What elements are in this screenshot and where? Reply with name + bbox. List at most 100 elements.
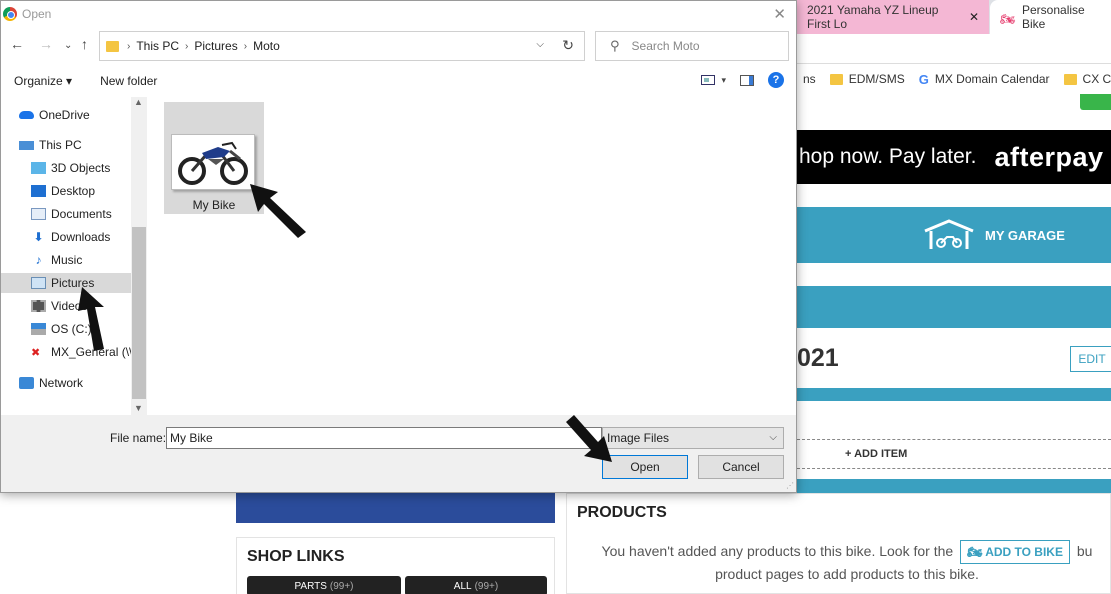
chevron-down-icon[interactable]: ⌵ (536, 39, 544, 50)
tab-label: Personalise Bike (1022, 3, 1085, 31)
scrollbar-thumb[interactable] (132, 227, 146, 399)
motorbike-thumbnail-icon (171, 134, 255, 190)
products-heading: PRODUCTS (577, 504, 667, 521)
folder-icon (1063, 73, 1077, 85)
my-garage-bar[interactable]: MY GARAGE (797, 207, 1111, 263)
navigation-row: ← → ⌄ ↑ › This PC › Pictures › Moto ⌵ ↻ … (1, 31, 796, 61)
bike-year-row: 021 EDIT (797, 328, 1111, 388)
chrome-icon (3, 7, 17, 21)
bookmark-item[interactable]: CX C (1063, 72, 1111, 86)
file-name-label: File name: (110, 431, 167, 445)
network-drive-icon: ✖ (31, 346, 41, 359)
bookmark-item[interactable]: G MX Domain Calendar (919, 72, 1050, 87)
scroll-down-icon[interactable]: ▼ (134, 403, 143, 413)
add-to-bike-button[interactable]: 🏍 ADD TO BIKE (960, 540, 1070, 564)
navy-panel (236, 491, 555, 523)
open-file-dialog: Open ✕ ← → ⌄ ↑ › This PC › Pictures › Mo… (0, 0, 797, 493)
search-placeholder: Search Moto (631, 39, 700, 53)
cancel-button[interactable]: Cancel (698, 455, 784, 479)
cloud-icon (19, 111, 34, 119)
browser-tab-yamaha[interactable]: 2021 Yamaha YZ Lineup First Lo ✕ (797, 0, 989, 34)
forward-arrow-icon[interactable]: → (39, 36, 53, 52)
dialog-title: Open (22, 7, 52, 21)
drive-icon (31, 323, 46, 335)
annotation-arrow-icon (250, 184, 306, 238)
garage-icon (924, 219, 974, 249)
add-item-section: + ADD ITEM (797, 401, 1111, 479)
browser-address-bar[interactable] (797, 34, 1111, 64)
computer-icon (19, 140, 34, 150)
organize-menu[interactable]: Organize ▾ (14, 74, 72, 88)
music-icon: ♪ (35, 253, 42, 267)
folder-icon (829, 73, 843, 85)
dialog-titlebar[interactable]: Open ✕ (1, 1, 796, 27)
motorbike-favicon-icon: 🏍 (1000, 12, 1016, 26)
garage-label: MY GARAGE (985, 227, 1065, 243)
desktop-icon (31, 185, 46, 197)
nav-item-documents[interactable]: Documents (31, 204, 112, 224)
video-icon (31, 300, 46, 312)
bike-year-text: 021 (797, 344, 839, 372)
nav-item-onedrive[interactable]: OneDrive (19, 105, 90, 125)
nav-item-network[interactable]: Network (19, 373, 83, 393)
preview-pane-icon[interactable] (740, 74, 754, 86)
bookmark-item[interactable]: EDM/SMS (829, 72, 905, 86)
shop-links-panel: SHOP LINKS PARTS (99+) ALL (99+) (236, 537, 555, 594)
file-type-select[interactable]: Image Files ⌵ (602, 427, 784, 449)
address-breadcrumb[interactable]: › This PC › Pictures › Moto ⌵ ↻ (99, 31, 585, 61)
document-icon (31, 208, 46, 220)
back-arrow-icon[interactable]: ← (10, 36, 24, 52)
nav-item-this-pc[interactable]: This PC (19, 135, 82, 155)
open-button[interactable]: Open (602, 455, 688, 479)
google-icon: G (918, 71, 929, 87)
teal-band (797, 286, 1111, 328)
picture-icon (31, 277, 46, 289)
products-empty-message: You haven't added any products to this b… (567, 540, 1111, 584)
new-folder-button[interactable]: New folder (100, 74, 157, 88)
nav-item-desktop[interactable]: Desktop (31, 181, 95, 201)
folder-icon (106, 40, 119, 52)
all-link-button[interactable]: ALL (99+) (405, 576, 547, 594)
dialog-footer: File name: My Bike Image Files ⌵ Open Ca… (1, 415, 796, 492)
tab-close-icon[interactable]: ✕ (969, 10, 979, 24)
nav-item-downloads[interactable]: ⬇ Downloads (31, 227, 110, 247)
search-input[interactable]: ⚲ Search Moto (595, 31, 789, 61)
help-icon[interactable]: ? (768, 72, 784, 88)
browser-tab-personalise-bike[interactable]: 🏍 Personalise Bike (990, 0, 1111, 34)
navigation-pane: OneDrive This PC 3D Objects Desktop Docu… (1, 97, 147, 415)
close-icon[interactable]: ✕ (773, 5, 786, 23)
cube-icon (31, 162, 46, 174)
chevron-right-icon: › (127, 40, 131, 52)
afterpay-logo: afterpay (994, 141, 1104, 172)
products-panel: PRODUCTS You haven't added any products … (566, 493, 1111, 594)
parts-link-button[interactable]: PARTS (99+) (247, 576, 401, 594)
recent-locations-chevron-icon[interactable]: ⌄ (64, 40, 72, 51)
teal-divider (797, 479, 1111, 493)
add-item-button[interactable]: + ADD ITEM (797, 439, 1111, 469)
green-header-button[interactable] (1080, 94, 1111, 110)
annotation-arrow-icon (78, 287, 104, 351)
bookmark-item[interactable]: ns (803, 72, 816, 86)
chevron-down-icon[interactable]: ▾ (721, 75, 726, 86)
breadcrumb-pictures[interactable]: Pictures (194, 39, 237, 53)
edit-button[interactable]: EDIT (1070, 346, 1111, 372)
tab-label: 2021 Yamaha YZ Lineup First Lo (807, 3, 939, 31)
nav-item-music[interactable]: ♪ Music (31, 250, 83, 270)
chevron-right-icon: › (243, 40, 248, 52)
download-icon: ⬇ (33, 230, 44, 244)
chevron-down-icon: ⌵ (769, 432, 777, 443)
teal-divider (797, 388, 1111, 401)
file-list-area: My Bike (147, 97, 796, 415)
afterpay-banner[interactable]: hop now. Pay later. afterpay (797, 130, 1111, 184)
dialog-toolbar: Organize ▾ New folder ▾ ? (1, 67, 796, 95)
nav-pane-scrollbar[interactable]: ▲ ▼ (131, 97, 147, 415)
breadcrumb-moto[interactable]: Moto (253, 39, 280, 53)
breadcrumb-this-pc[interactable]: This PC (136, 39, 179, 53)
up-arrow-icon[interactable]: ↑ (81, 36, 88, 52)
nav-item-3d-objects[interactable]: 3D Objects (31, 158, 110, 178)
resize-grip-icon[interactable]: ⋰ (786, 481, 794, 490)
refresh-icon[interactable]: ↻ (562, 37, 574, 54)
scroll-up-icon[interactable]: ▲ (134, 97, 143, 107)
change-view-icon[interactable] (701, 75, 716, 85)
file-name-field[interactable]: My Bike (166, 427, 602, 449)
